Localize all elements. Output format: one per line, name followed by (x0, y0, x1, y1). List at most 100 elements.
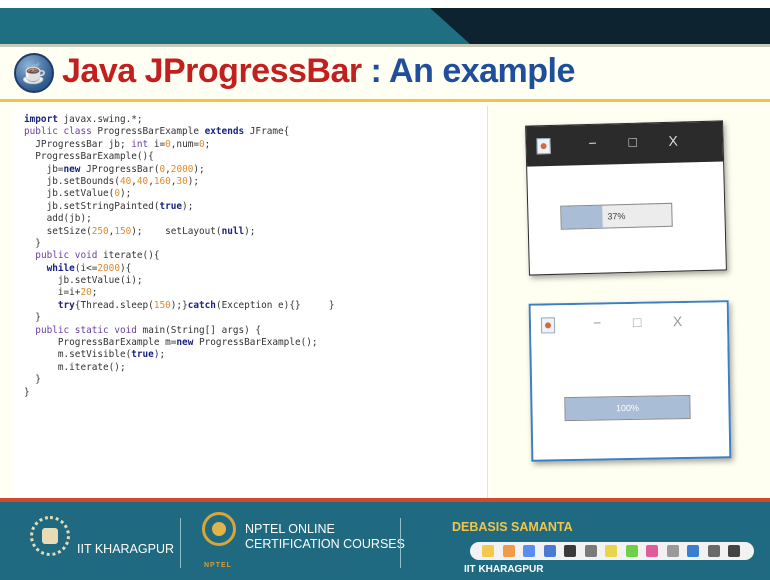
code-token: catch (187, 299, 216, 311)
code-token: ); (153, 349, 166, 361)
code-token: new (176, 337, 194, 349)
code-token: m.iterate(); (24, 361, 126, 373)
code-line: } (24, 312, 334, 324)
code-token: main(String[] args) { (136, 324, 262, 336)
java-app-icon (540, 317, 556, 334)
code-token: null (221, 225, 245, 237)
iit-logo-icon (30, 512, 70, 560)
shape-icon[interactable] (584, 545, 597, 557)
footer-divider (180, 518, 181, 568)
code-token: );} (170, 299, 188, 311)
highlighter-icon[interactable] (605, 545, 617, 557)
code-line: m.iterate(); (24, 362, 334, 374)
code-token: 40 (119, 175, 132, 187)
code-token: 40 (136, 175, 149, 187)
code-line: m.setVisible(true); (24, 349, 334, 361)
close-icon[interactable]: X (668, 133, 678, 149)
code-token: public static void (35, 324, 137, 336)
grid-icon[interactable] (707, 545, 720, 557)
code-token: add(jb); (24, 213, 92, 225)
code-token: ); (193, 163, 205, 175)
code-token: public void (35, 250, 98, 262)
maximize-icon[interactable]: □ (628, 134, 637, 150)
code-token: true (131, 349, 154, 361)
code-line: jb.setValue(0); (24, 188, 334, 200)
pointer-icon[interactable] (482, 545, 494, 557)
code-line: import javax.swing.*; (24, 114, 334, 126)
progress-bar: 37% (560, 202, 673, 230)
code-token: 30 (176, 175, 188, 187)
slide-top-band (0, 0, 770, 44)
window-titlebar: − □ X (530, 302, 728, 350)
brush-icon[interactable] (646, 545, 658, 557)
marker-icon[interactable] (625, 545, 638, 557)
presenter-institute: IIT KHARAGPUR (464, 564, 544, 575)
code-token: ProgressBarExample(); (193, 337, 318, 349)
code-token: 160 (153, 175, 171, 187)
close-icon[interactable]: X (673, 313, 683, 329)
code-token: jb.setValue( (24, 188, 115, 200)
slide-title-main: Java JProgressBar (62, 52, 362, 90)
code-line: jb.setValue(i); (24, 275, 334, 287)
minimize-icon[interactable]: − (593, 314, 601, 330)
line-icon[interactable] (666, 545, 679, 557)
code-token: int (131, 138, 149, 150)
code-line: public static void main(String[] args) { (24, 325, 334, 337)
top-band-teal (0, 8, 470, 44)
code-token: javax.swing.*; (57, 114, 143, 125)
code-token: setSize( (24, 225, 92, 237)
code-token: ; (204, 138, 211, 150)
nptel-title: NPTEL ONLINE CERTIFICATION COURSES (245, 522, 405, 552)
presenter-name: DEBASIS SAMANTA (452, 520, 573, 534)
java-app-icon (536, 137, 551, 155)
color-icon[interactable] (687, 545, 699, 557)
code-token: jb.setStringPainted( (24, 200, 160, 212)
code-token: ProgressBarExample (91, 126, 205, 138)
arrow-icon[interactable] (502, 545, 515, 557)
code-token: extends (204, 126, 245, 138)
close-tool-icon[interactable] (728, 545, 740, 557)
annotation-toolbar (470, 542, 754, 560)
institute-name: IIT KHARAGPUR (77, 542, 175, 556)
code-line: jb=new JProgressBar(0,2000); (24, 164, 334, 176)
nptel-line-2: CERTIFICATION COURSES (245, 537, 405, 551)
code-line: jb.setStringPainted(true); (24, 201, 334, 213)
code-token: } (24, 374, 41, 386)
nptel-logo-icon (202, 512, 236, 546)
maximize-icon[interactable]: □ (633, 314, 642, 330)
select-icon[interactable] (523, 545, 535, 557)
code-panel: import javax.swing.*; public class Progre… (14, 106, 488, 498)
code-token: ){ (119, 262, 132, 274)
code-token: JProgressBar jb; (24, 138, 132, 150)
minimize-icon[interactable]: − (588, 135, 597, 151)
code-line: while(i<=2000){ (24, 263, 334, 275)
eraser-icon[interactable] (564, 545, 576, 557)
java-logo-icon: ☕ (14, 53, 54, 93)
code-token: 2000 (170, 163, 194, 175)
code-token: ); (244, 225, 256, 237)
code-token: (i<= (74, 262, 98, 274)
window-titlebar: − □ X (526, 121, 724, 167)
pen-icon[interactable] (543, 545, 556, 557)
code-line: } (24, 374, 334, 386)
code-token: 20 (80, 287, 92, 299)
footer-accent-line (0, 498, 770, 502)
code-line: public void iterate(){ (24, 250, 334, 262)
code-token: } (24, 237, 41, 249)
code-token: jb.setBounds( (24, 175, 120, 187)
code-line: try{Thread.sleep(150);}catch(Exception e… (24, 299, 335, 312)
code-token: i=i+ (24, 287, 81, 299)
code-token: jb= (24, 163, 64, 175)
code-token: try (57, 299, 75, 311)
code-token: } (24, 386, 30, 398)
code-token: public class (24, 126, 92, 138)
code-token: jb.setValue(i); (24, 275, 143, 287)
code-token: m.setVisible( (24, 349, 132, 361)
code-token: 150 (114, 225, 132, 237)
code-line: i=i+20; (24, 287, 334, 299)
code-token: 250 (91, 225, 109, 237)
code-token: true (159, 200, 183, 212)
